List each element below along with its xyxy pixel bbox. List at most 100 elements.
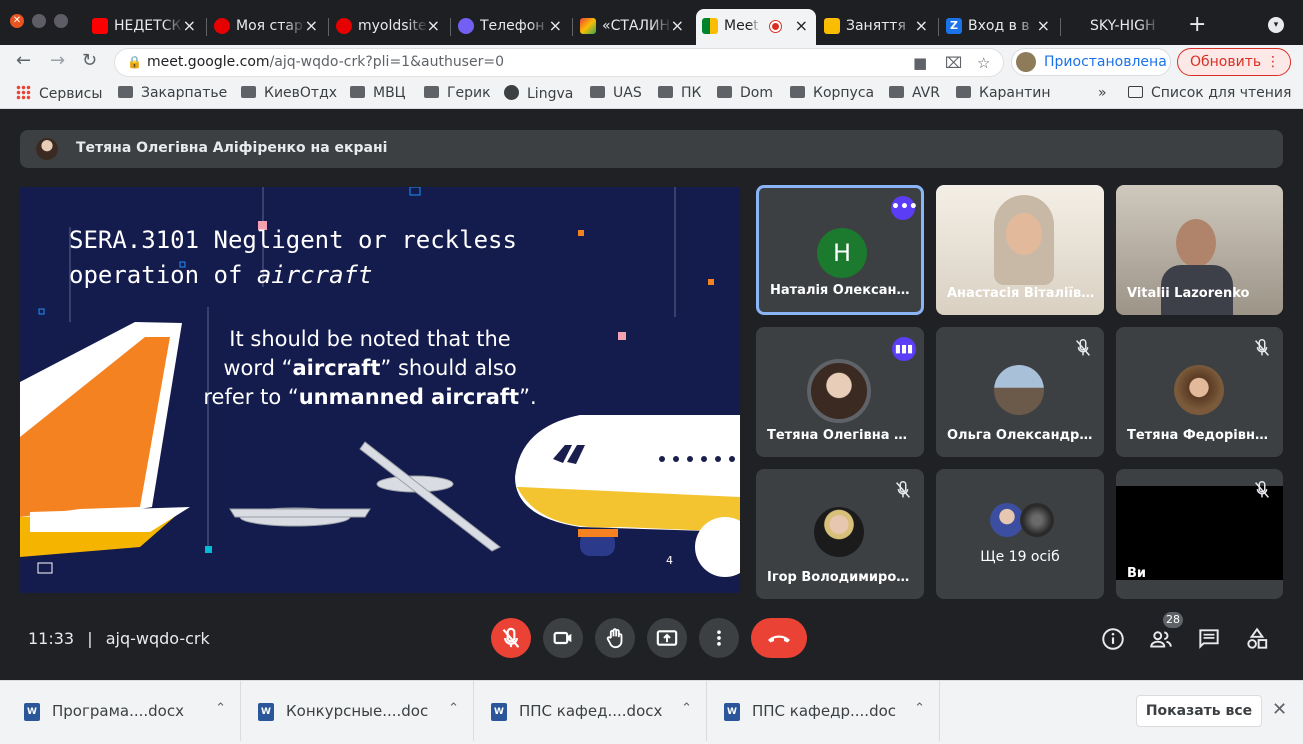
bookmark-folder[interactable]: UAS: [590, 85, 642, 101]
chat-icon[interactable]: [1196, 626, 1222, 652]
translate-icon[interactable]: ⌧: [945, 54, 962, 72]
slide-page-number: 4: [666, 554, 673, 567]
bookmark-folder[interactable]: ПК: [658, 85, 701, 101]
info-icon[interactable]: [1100, 626, 1126, 652]
activities-icon[interactable]: [1244, 626, 1270, 652]
raise-hand-button[interactable]: [595, 618, 635, 658]
participant-tile[interactable]: Ігор Володимирович: [756, 469, 924, 599]
camera-icon[interactable]: ■: [913, 54, 927, 72]
meeting-info: 11:33 | ajq-wqdo-crk: [28, 629, 210, 648]
close-icon[interactable]: ×: [1037, 9, 1050, 43]
browser-window: ✕ НЕДЕТСКИЕ × Моя стартовая × myoldsite …: [0, 0, 1303, 744]
bookmark-folder[interactable]: КиевОтдх: [241, 85, 337, 101]
update-button[interactable]: Обновить ⋮: [1177, 48, 1291, 76]
participant-tile[interactable]: Ольга Олександрівна: [936, 327, 1104, 457]
new-tab-button[interactable]: +: [1188, 12, 1206, 37]
tab-search-icon[interactable]: ▾: [1268, 17, 1284, 33]
bookmark-folder[interactable]: AVR: [889, 85, 940, 101]
participant-tile[interactable]: Vitalii Lazorenko: [1116, 185, 1283, 315]
close-icon[interactable]: ×: [427, 9, 440, 43]
folder-icon: [118, 86, 133, 98]
bookmark-folder[interactable]: Dom: [717, 85, 773, 101]
more-options-icon[interactable]: •••: [891, 196, 918, 220]
reading-list-icon: [1128, 86, 1143, 98]
download-item[interactable]: W ППС кафед....docx ⌃: [474, 681, 707, 741]
bookmark-folder[interactable]: Корпуса: [790, 85, 874, 101]
bookmark-site[interactable]: Lingva: [504, 85, 573, 102]
window-minimize-button[interactable]: [32, 14, 46, 28]
tab-meet-active[interactable]: Meet ×: [696, 9, 816, 45]
tab-3[interactable]: Телефон ×: [452, 9, 570, 45]
chevron-up-icon[interactable]: ⌃: [448, 701, 459, 716]
others-count-label: Ще 19 осіб: [980, 549, 1060, 565]
download-filename: Програма....docx: [52, 702, 184, 720]
meeting-info-separator: |: [87, 629, 93, 648]
present-screen-button[interactable]: [647, 618, 687, 658]
reload-icon[interactable]: ↻: [82, 50, 97, 71]
close-icon[interactable]: ×: [549, 9, 562, 43]
chevron-up-icon[interactable]: ⌃: [215, 701, 226, 716]
participant-tile[interactable]: ▮▮▮ Тетяна Олегівна Аліфіренко: [756, 327, 924, 457]
tab-title: Заняття: [846, 18, 906, 34]
download-item[interactable]: W Програма....docx ⌃: [0, 681, 241, 741]
reading-list-button[interactable]: Список для чтения: [1128, 85, 1291, 101]
tab-1[interactable]: Моя стартовая ×: [208, 9, 326, 45]
folder-icon: [590, 86, 605, 98]
window-close-button[interactable]: ✕: [10, 14, 24, 28]
tab-6[interactable]: Заняття ×: [818, 9, 936, 45]
leave-call-button[interactable]: [751, 618, 807, 658]
participant-name: Наталія Олександрівна: [770, 283, 918, 298]
close-icon[interactable]: ×: [915, 9, 928, 43]
lock-icon[interactable]: 🔒: [127, 55, 142, 69]
download-item[interactable]: W ППС кафедр....doc ⌃: [707, 681, 940, 741]
close-icon[interactable]: ×: [795, 9, 808, 43]
slide-title: SERA.3101 Negligent or reckless operatio…: [69, 226, 517, 289]
mic-off-icon: [502, 627, 520, 648]
participant-tile[interactable]: Анастасія Віталіївна: [936, 185, 1104, 315]
participant-name: Тетяна Федорівна Ш: [1127, 428, 1275, 443]
bookmark-folder[interactable]: Карантин: [956, 85, 1051, 101]
profile-paused-button[interactable]: Приостановлена: [1011, 48, 1171, 76]
people-icon[interactable]: [1148, 626, 1174, 652]
others-tile[interactable]: Ще 19 осіб: [936, 469, 1104, 599]
participant-tile[interactable]: Тетяна Федорівна Ш: [1116, 327, 1283, 457]
more-options-button[interactable]: [699, 618, 739, 658]
close-icon[interactable]: ✕: [1272, 699, 1287, 720]
forward-arrow-icon[interactable]: →: [50, 50, 65, 71]
participant-name: Ольга Олександрівна: [947, 428, 1095, 443]
tab-title: myoldsite: [358, 18, 427, 34]
download-item[interactable]: W Конкурсные....doc ⌃: [241, 681, 474, 741]
meeting-code[interactable]: ajq-wqdo-crk: [106, 629, 210, 648]
close-icon[interactable]: ×: [671, 9, 684, 43]
vodafone-icon: [336, 18, 352, 34]
mic-toggle-button[interactable]: [491, 618, 531, 658]
bookmark-folder[interactable]: МВЦ: [350, 85, 406, 101]
window-maximize-button[interactable]: [54, 14, 68, 28]
bookmark-folder[interactable]: Закарпатье: [118, 85, 227, 101]
globe-icon: [504, 85, 519, 100]
download-filename: Конкурсные....doc: [286, 702, 429, 720]
chevron-up-icon[interactable]: ⌃: [681, 701, 692, 716]
close-icon[interactable]: ×: [183, 9, 196, 43]
tab-2[interactable]: myoldsite ×: [330, 9, 448, 45]
tab-8[interactable]: SKY-HIGH: [1062, 9, 1180, 45]
participant-tile[interactable]: Н ••• Наталія Олександрівна: [756, 185, 924, 315]
tab-4[interactable]: «СТАЛИН ×: [574, 9, 692, 45]
chevron-up-icon[interactable]: ⌃: [914, 701, 925, 716]
camera-toggle-button[interactable]: [543, 618, 583, 658]
close-icon[interactable]: ×: [305, 9, 318, 43]
tab-title: НЕДЕТСКИЕ: [114, 18, 184, 34]
bookmarks-overflow-button[interactable]: »: [1098, 85, 1107, 101]
tab-0[interactable]: НЕДЕТСКИЕ ×: [86, 9, 204, 45]
show-all-downloads-button[interactable]: Показать все: [1136, 695, 1262, 727]
folder-icon: [717, 86, 732, 98]
bookmark-folder[interactable]: Герик: [424, 85, 491, 101]
presentation-slide[interactable]: SERA.3101 Negligent or reckless operatio…: [20, 187, 740, 593]
tab-7[interactable]: Z Вход в в ×: [940, 9, 1058, 45]
bookmark-apps[interactable]: Сервисы: [16, 85, 102, 102]
back-arrow-icon[interactable]: ←: [16, 50, 31, 71]
url-text: meet.google.com/ajq-wqdo-crk?pli=1&authu…: [147, 54, 504, 70]
self-tile[interactable]: Ви: [1116, 469, 1283, 599]
bookmark-star-icon[interactable]: ☆: [977, 54, 990, 72]
address-bar[interactable]: 🔒 meet.google.com/ajq-wqdo-crk?pli=1&aut…: [114, 48, 1004, 77]
